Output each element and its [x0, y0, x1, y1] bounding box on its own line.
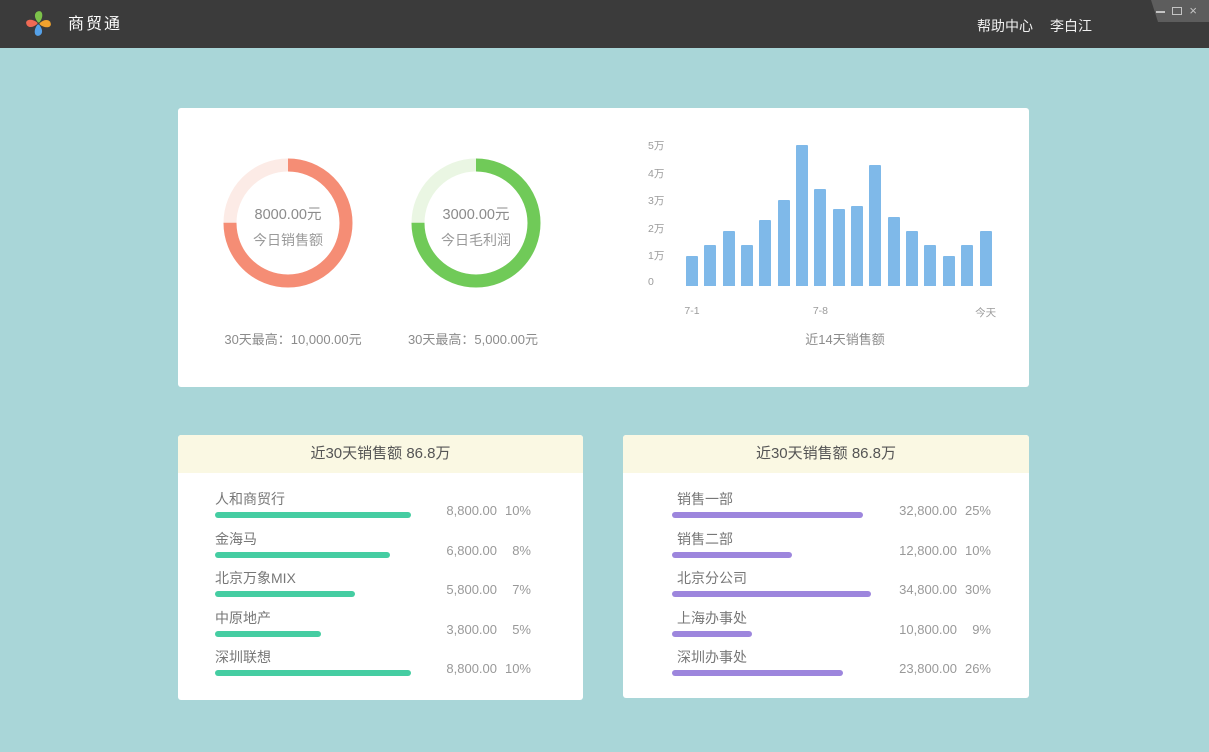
x-axis-tick: 7-1: [684, 305, 699, 317]
list-item-value: 3,800.00: [413, 622, 497, 637]
bar: [961, 245, 973, 286]
bar: [778, 200, 790, 286]
list-item-label: 上海办事处: [672, 610, 873, 627]
bar: [851, 206, 863, 286]
list-item: 深圳联想 8,800.00 10%: [215, 649, 531, 676]
list-item-value: 8,800.00: [413, 503, 497, 518]
app-title: 商贸通: [68, 0, 122, 50]
list-item-value: 10,800.00: [873, 622, 957, 637]
close-icon[interactable]: ×: [1189, 4, 1197, 17]
list-item-label: 深圳办事处: [672, 649, 873, 666]
list-item-label: 深圳联想: [215, 649, 413, 666]
list-item-bar: [672, 591, 871, 597]
list-item-bar: [672, 631, 752, 637]
customers-sales-card: 近30天销售额 86.8万 人和商贸行 8,800.00 10% 金海马 6,8…: [178, 435, 583, 700]
bar: [943, 256, 955, 286]
departments-card-body: 销售一部 32,800.00 25% 销售二部 12,800.00 10% 北京…: [623, 473, 1029, 676]
list-item-value: 34,800.00: [873, 582, 957, 597]
bar: [723, 231, 735, 286]
bar: [704, 245, 716, 286]
list-item-label: 中原地产: [215, 610, 413, 627]
list-item: 人和商贸行 8,800.00 10%: [215, 491, 531, 518]
list-item-percent: 10%: [497, 503, 531, 518]
list-item-label: 北京分公司: [672, 570, 873, 587]
list-item: 北京万象MIX 5,800.00 7%: [215, 570, 531, 597]
maximize-icon[interactable]: [1172, 7, 1182, 15]
list-item: 上海办事处 10,800.00 9%: [672, 610, 991, 637]
bar: [686, 256, 698, 286]
y-axis-tick: 3万: [648, 193, 664, 208]
kpi-summary-card: 8000.00元 今日销售额 30天最高：10,000.00元 3000.00元…: [178, 108, 1029, 387]
list-item: 深圳办事处 23,800.00 26%: [672, 649, 991, 676]
list-item-percent: 26%: [957, 661, 991, 676]
y-axis-tick: 4万: [648, 166, 664, 181]
y-axis-tick: 5万: [648, 138, 664, 153]
list-item-value: 23,800.00: [873, 661, 957, 676]
list-item-bar: [672, 670, 843, 676]
y-axis-tick: 1万: [648, 248, 664, 263]
y-axis-tick: 0: [648, 276, 654, 288]
bar: [924, 245, 936, 286]
bar: [814, 189, 826, 286]
bar-chart-caption: 近14天销售额: [745, 329, 945, 348]
titlebar: 商贸通 帮助中心 李白江 ×: [0, 0, 1209, 48]
bar: [741, 245, 753, 286]
x-axis-tick: 7-8: [813, 305, 828, 317]
list-item-bar: [215, 552, 390, 558]
departments-sales-card: 近30天销售额 86.8万 销售一部 32,800.00 25% 销售二部 12…: [623, 435, 1029, 698]
bar: [869, 165, 881, 286]
bar: [980, 231, 992, 286]
help-center-link[interactable]: 帮助中心: [977, 0, 1033, 52]
window-controls: ×: [1147, 0, 1209, 22]
customers-card-title: 近30天销售额 86.8万: [178, 435, 583, 473]
departments-card-title: 近30天销售额 86.8万: [623, 435, 1029, 473]
bar: [888, 217, 900, 286]
list-item-percent: 10%: [957, 543, 991, 558]
list-item-value: 12,800.00: [873, 543, 957, 558]
list-item-label: 人和商贸行: [215, 491, 413, 508]
bar-series: [686, 145, 992, 286]
list-item-value: 8,800.00: [413, 661, 497, 676]
list-item-percent: 8%: [497, 543, 531, 558]
list-item-percent: 10%: [497, 661, 531, 676]
list-item-value: 5,800.00: [413, 582, 497, 597]
list-item: 中原地产 3,800.00 5%: [215, 610, 531, 637]
bar: [906, 231, 918, 286]
list-item-bar: [672, 552, 792, 558]
list-item-value: 6,800.00: [413, 543, 497, 558]
list-item: 北京分公司 34,800.00 30%: [672, 570, 991, 597]
minimize-icon[interactable]: [1156, 11, 1165, 13]
list-item: 金海马 6,800.00 8%: [215, 531, 531, 558]
bar: [796, 145, 808, 286]
list-item-label: 销售一部: [672, 491, 873, 508]
list-item: 销售一部 32,800.00 25%: [672, 491, 991, 518]
app-logo-pinwheel-icon: [25, 10, 52, 37]
list-item-bar: [215, 512, 411, 518]
x-axis-tick: 今天: [975, 305, 996, 320]
list-item-label: 金海马: [215, 531, 413, 548]
app-window: 商贸通 帮助中心 李白江 × 8000.00元 今日销售额 30天最高：10,0…: [0, 0, 1209, 752]
list-item-percent: 9%: [957, 622, 991, 637]
bar: [833, 209, 845, 286]
list-item-percent: 7%: [497, 582, 531, 597]
list-item: 销售二部 12,800.00 10%: [672, 531, 991, 558]
list-item-value: 32,800.00: [873, 503, 957, 518]
list-item-bar: [215, 591, 355, 597]
username-menu[interactable]: 李白江: [1050, 0, 1092, 52]
customers-card-body: 人和商贸行 8,800.00 10% 金海马 6,800.00 8% 北京万象M…: [178, 473, 583, 676]
y-axis-tick: 2万: [648, 221, 664, 236]
list-item-percent: 5%: [497, 622, 531, 637]
list-item-bar: [215, 670, 411, 676]
list-item-bar: [215, 631, 321, 637]
list-item-percent: 30%: [957, 582, 991, 597]
list-item-bar: [672, 512, 863, 518]
list-item-label: 销售二部: [672, 531, 873, 548]
list-item-label: 北京万象MIX: [215, 570, 413, 587]
bar: [759, 220, 771, 286]
list-item-percent: 25%: [957, 503, 991, 518]
